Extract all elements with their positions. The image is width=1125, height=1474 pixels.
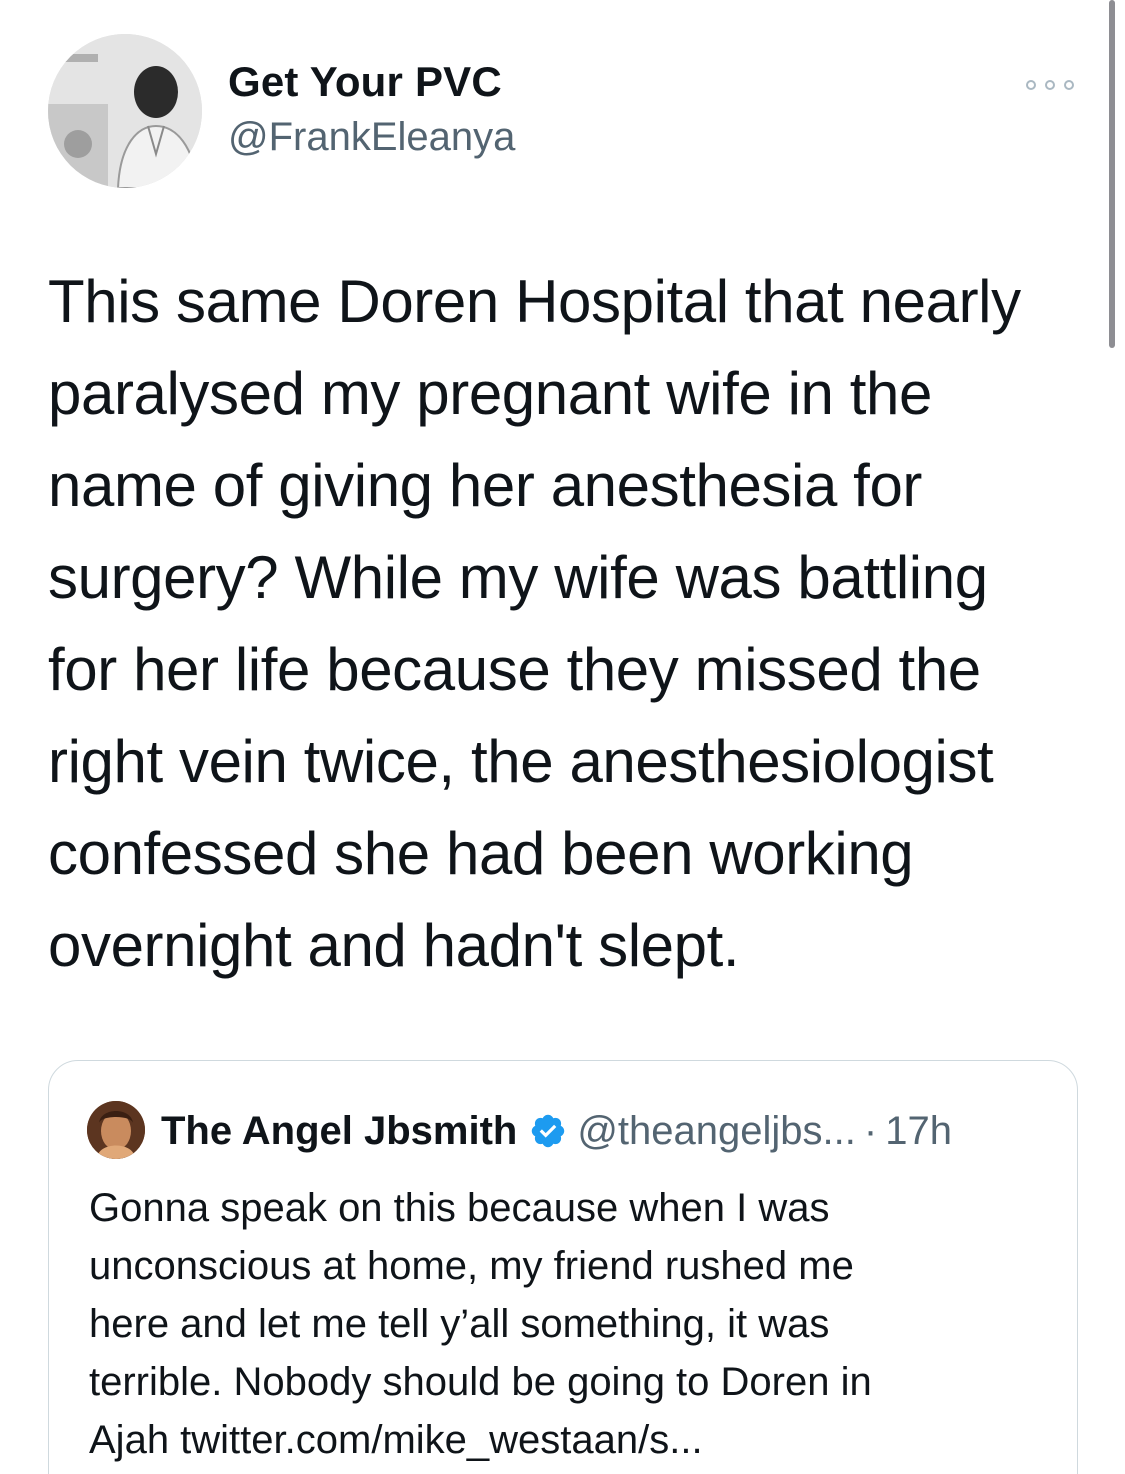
dot (1064, 80, 1074, 90)
scrollbar[interactable] (1109, 0, 1115, 348)
author-display-name[interactable]: Get Your PVC (228, 58, 502, 106)
quoted-tweet-header: The Angel Jbsmith @theangeljbs... · 17h (161, 1105, 952, 1157)
dot (1026, 80, 1036, 90)
author-avatar[interactable] (48, 34, 202, 188)
more-options-icon[interactable] (1020, 70, 1080, 100)
verified-badge-icon (532, 1114, 565, 1148)
quoted-author-avatar[interactable] (87, 1101, 145, 1159)
tweet-text: This same Doren Hospital that nearly par… (48, 268, 1021, 979)
separator-dot: · (863, 1109, 878, 1153)
tweet-detail-screen: Get Your PVC @FrankEleanya This same Dor… (0, 0, 1125, 1474)
dot (1045, 80, 1055, 90)
quoted-tweet-text: Gonna speak on this because when I was u… (89, 1186, 872, 1462)
quoted-tweet-timestamp[interactable]: 17h (885, 1105, 952, 1157)
author-handle[interactable]: @FrankEleanya (228, 115, 515, 160)
quoted-author-handle[interactable]: @theangeljbs... (577, 1105, 856, 1157)
quoted-tweet-card[interactable]: The Angel Jbsmith @theangeljbs... · 17h … (48, 1060, 1078, 1474)
quoted-author-name[interactable]: The Angel Jbsmith (161, 1105, 517, 1157)
